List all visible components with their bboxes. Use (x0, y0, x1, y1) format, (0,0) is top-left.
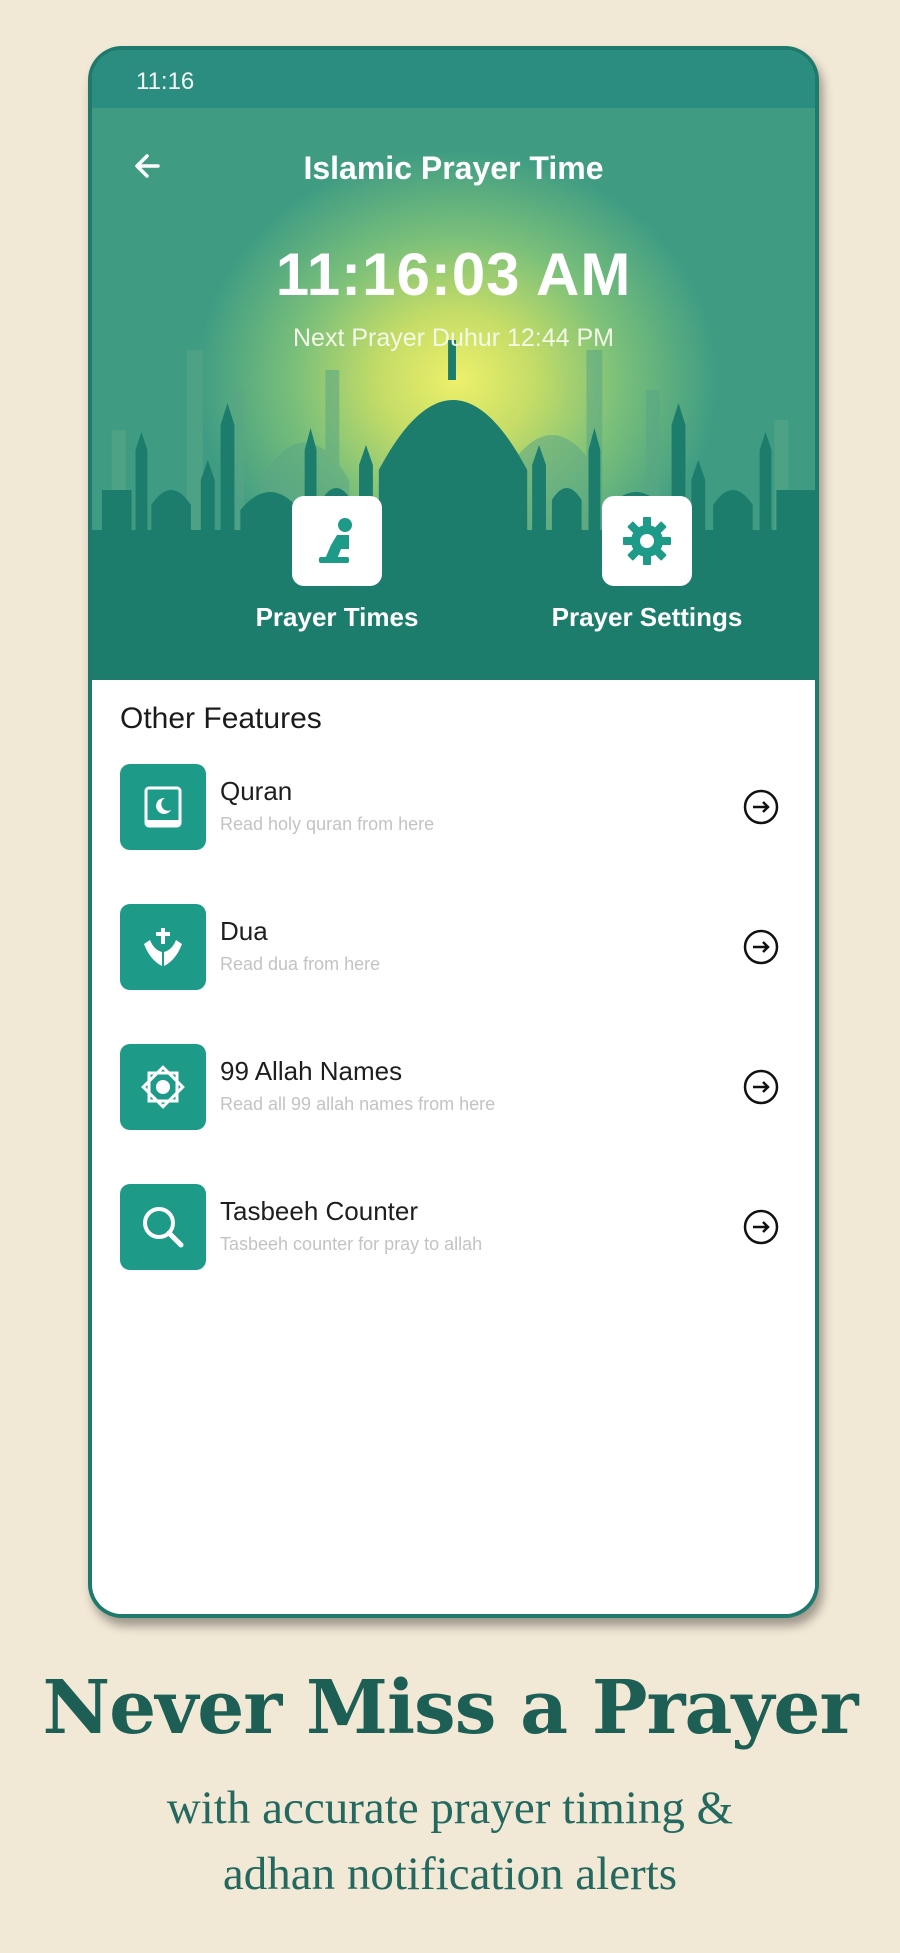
praying-person-icon (319, 518, 352, 563)
promo-subheadline: with accurate prayer timing & adhan noti… (0, 1775, 900, 1907)
star-badge-icon (141, 1065, 185, 1109)
promo-line-2: adhan notification alerts (222, 1848, 678, 1900)
phone-frame: 11:16 Islamic Prayer Time 11:16:03 AM Ne… (88, 46, 819, 1618)
promo-line-1: with accurate prayer timing & (166, 1782, 734, 1834)
feature-row-quran[interactable]: Quran Read holy quran from here (120, 764, 780, 854)
promo-headline: Never Miss a Prayer (42, 1665, 858, 1751)
page-title: Islamic Prayer Time (303, 150, 604, 186)
header-banner: 11:16 Islamic Prayer Time 11:16:03 AM Ne… (92, 50, 815, 680)
arrow-circle-icon[interactable] (742, 1208, 780, 1246)
feature-name: Quran (220, 776, 293, 806)
quran-tile (120, 764, 206, 850)
feature-row-99-allah-names[interactable]: 99 Allah Names Read all 99 allah names f… (120, 1044, 780, 1134)
quran-book-icon (144, 786, 182, 828)
gear-icon (623, 517, 671, 565)
arrow-circle-icon[interactable] (742, 788, 780, 826)
feature-name: Dua (220, 916, 268, 946)
tasbeeh-icon (143, 1207, 184, 1248)
prayer-settings-label: Prayer Settings (551, 602, 743, 632)
feature-row-dua[interactable]: Dua Read dua from here (120, 904, 780, 994)
feature-name: Tasbeeh Counter (220, 1196, 419, 1226)
prayer-times-button[interactable]: Prayer Times (217, 496, 457, 633)
arrow-circle-icon[interactable] (742, 1068, 780, 1106)
allah-names-tile (120, 1044, 206, 1130)
status-time: 11:16 (136, 68, 195, 95)
next-prayer-text: Next Prayer Duhur 12:44 PM (293, 324, 614, 352)
status-bar: 11:16 (92, 50, 815, 108)
prayer-times-tile[interactable] (292, 496, 382, 586)
feature-description: Read holy quran from here (220, 814, 435, 834)
dua-tile (120, 904, 206, 990)
other-features-section: Other Features Quran Read holy quran fro… (92, 680, 815, 1614)
feature-description: Tasbeeh counter for pray to allah (220, 1234, 483, 1254)
feature-description: Read dua from here (220, 954, 381, 974)
praying-hands-icon (144, 928, 182, 966)
prayer-settings-tile[interactable] (602, 496, 692, 586)
section-title: Other Features (120, 702, 322, 735)
prayer-times-label: Prayer Times (255, 602, 419, 632)
feature-description: Read all 99 allah names from here (220, 1094, 496, 1114)
app-screen: 11:16 Islamic Prayer Time 11:16:03 AM Ne… (92, 50, 815, 1614)
prayer-settings-button[interactable]: Prayer Settings (527, 496, 767, 633)
feature-row-tasbeeh-counter[interactable]: Tasbeeh Counter Tasbeeh counter for pray… (120, 1184, 780, 1274)
feature-name: 99 Allah Names (220, 1056, 403, 1086)
arrow-circle-icon[interactable] (742, 928, 780, 966)
tasbeeh-tile (120, 1184, 206, 1270)
current-time-clock: 11:16:03 AM (275, 241, 632, 308)
